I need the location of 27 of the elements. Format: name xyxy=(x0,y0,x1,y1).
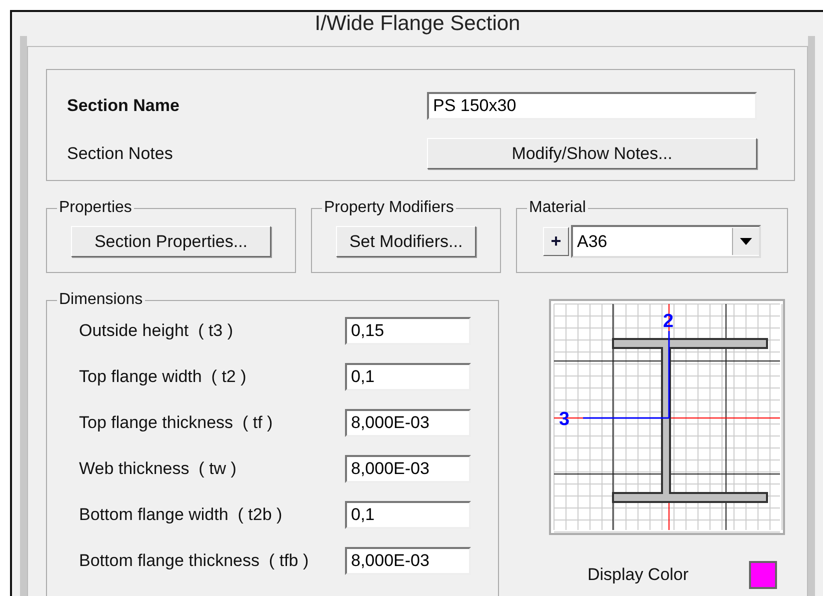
section-properties-button[interactable]: Section Properties... xyxy=(71,226,271,257)
dimension-label: Top flange thickness ( tf ) xyxy=(79,413,274,433)
group-title: Property Modifiers xyxy=(323,199,455,217)
dimension-field[interactable]: 0,15 xyxy=(345,317,471,345)
modify-notes-button[interactable]: Modify/Show Notes... xyxy=(427,138,757,169)
group-title: Properties xyxy=(58,199,133,217)
dimension-field[interactable]: 0,1 xyxy=(345,501,471,529)
dimension-label: Bottom flange width ( t2b ) xyxy=(79,505,284,525)
add-material-button[interactable]: + xyxy=(543,227,569,256)
dimension-label: Top flange width ( t2 ) xyxy=(79,367,248,387)
dimension-field[interactable]: 8,000E-03 xyxy=(345,455,471,483)
dimension-field[interactable]: 0,1 xyxy=(345,363,471,391)
group-title: Material xyxy=(528,199,587,217)
set-modifiers-button[interactable]: Set Modifiers... xyxy=(336,226,476,257)
dimension-field[interactable]: 8,000E-03 xyxy=(345,547,471,575)
dimension-field[interactable]: 8,000E-03 xyxy=(345,409,471,437)
field-label: Section Name xyxy=(67,96,180,116)
color-swatch[interactable] xyxy=(748,561,777,589)
window-title: I/Wide Flange Section xyxy=(314,12,522,36)
dimension-label: Bottom flange thickness ( tfb ) xyxy=(79,551,310,571)
material-dropdown[interactable]: A36 xyxy=(571,225,761,258)
section-name-field[interactable]: PS 150x30 xyxy=(427,92,757,120)
field-label: Display Color xyxy=(587,565,689,585)
dimension-label: Outside height ( t3 ) xyxy=(79,321,234,341)
group-title: Dimensions xyxy=(58,291,144,309)
dimension-label: Web thickness ( tw ) xyxy=(79,459,238,479)
field-label: Section Notes xyxy=(67,144,174,164)
